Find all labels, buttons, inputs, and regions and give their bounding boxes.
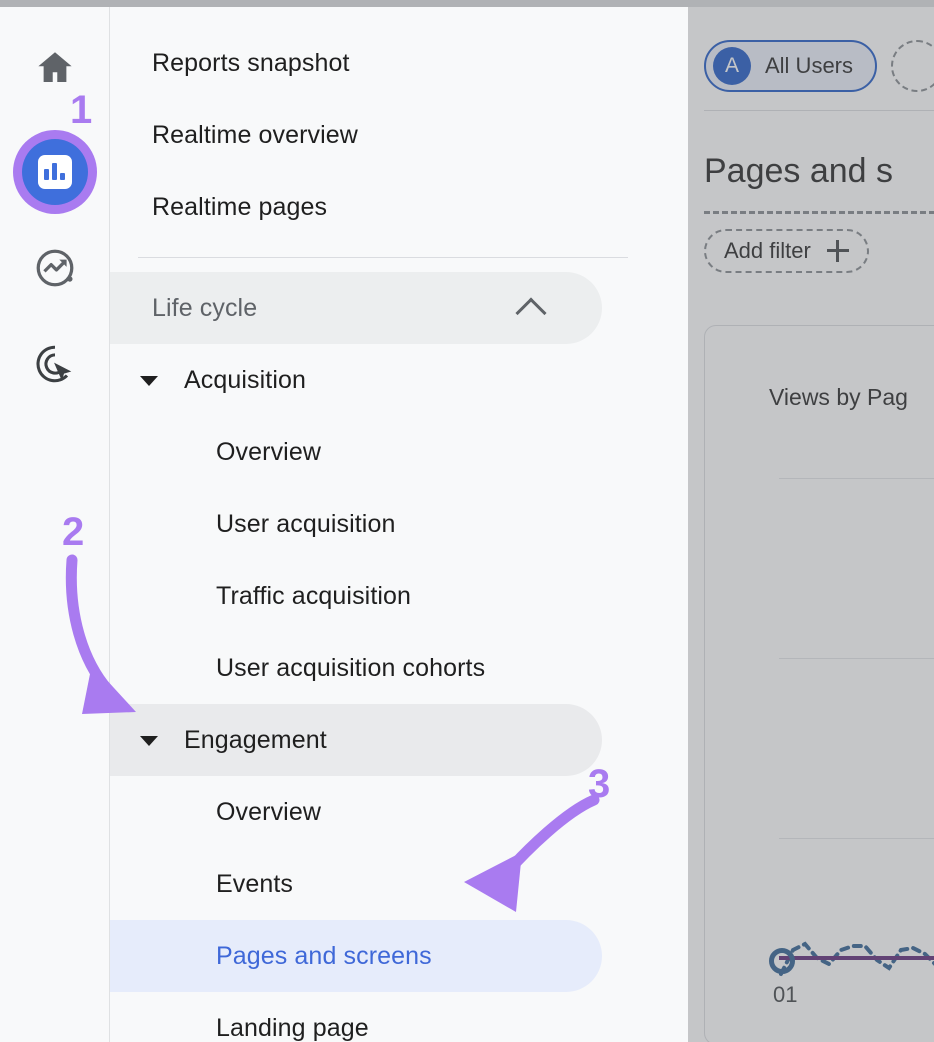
rail-item-advertising[interactable]: [0, 329, 109, 403]
nav-item-label: Overview: [110, 798, 321, 827]
nav-item-realtime-pages[interactable]: Realtime pages: [110, 171, 602, 243]
triangle-down-icon[interactable]: [140, 376, 158, 386]
line-chart: 01: [779, 446, 934, 1042]
audience-chip-all-users[interactable]: A All Users: [704, 40, 877, 92]
nav-item-acquisition-overview[interactable]: Overview: [110, 416, 602, 488]
report-content-panel: A All Users Pages and s Add filter Views…: [688, 7, 934, 1042]
nav-item-engagement-overview[interactable]: Overview: [110, 776, 602, 848]
nav-item-label: Events: [110, 870, 293, 899]
nav-section-acquisition[interactable]: Acquisition: [110, 344, 602, 416]
nav-item-label: User acquisition: [110, 510, 395, 539]
primary-icon-rail: [0, 7, 110, 1042]
rail-item-explore[interactable]: [0, 233, 109, 307]
card-title: Views by Pag: [769, 384, 908, 411]
add-filter-button[interactable]: Add filter: [704, 229, 869, 273]
audience-chip-label: All Users: [765, 53, 853, 79]
advertising-target-cursor-icon: [32, 341, 78, 392]
rail-item-home[interactable]: [0, 33, 109, 107]
reports-bar-chart-icon: [22, 139, 88, 205]
nav-group-life-cycle[interactable]: Life cycle: [110, 272, 602, 344]
nav-item-label: User acquisition cohorts: [110, 654, 485, 683]
nav-item-label: Overview: [110, 438, 321, 467]
browser-chrome-strip: [0, 0, 934, 7]
nav-item-label: Landing page: [110, 1014, 369, 1042]
explore-trend-icon: [32, 245, 78, 296]
triangle-down-icon[interactable]: [140, 736, 158, 746]
x-axis-tick-label: 01: [773, 982, 797, 1008]
plus-icon: [827, 240, 849, 262]
rail-item-reports[interactable]: [0, 127, 109, 217]
nav-item-label: Pages and screens: [110, 942, 432, 971]
content-divider: [704, 110, 934, 111]
nav-item-reports-snapshot[interactable]: Reports snapshot: [110, 27, 602, 99]
page-title: Pages and s: [704, 152, 893, 191]
views-by-page-card: Views by Pag 01: [704, 325, 934, 1042]
avatar: A: [713, 47, 751, 85]
primary-series-line: [779, 956, 934, 960]
chevron-up-icon[interactable]: [515, 297, 546, 328]
nav-divider: [138, 257, 628, 258]
nav-item-realtime-overview[interactable]: Realtime overview: [110, 99, 602, 171]
add-filter-label: Add filter: [724, 238, 811, 264]
nav-item-label: Realtime overview: [110, 121, 358, 150]
nav-section-engagement[interactable]: Engagement: [110, 704, 602, 776]
nav-item-label: Realtime pages: [110, 193, 327, 222]
annotation-ring-reports: [13, 130, 97, 214]
nav-group-label: Life cycle: [110, 294, 257, 323]
nav-item-user-acquisition-cohorts[interactable]: User acquisition cohorts: [110, 632, 602, 704]
nav-item-events[interactable]: Events: [110, 848, 602, 920]
nav-item-label: Reports snapshot: [110, 49, 350, 78]
comparison-chip-row: A All Users: [704, 40, 934, 92]
nav-item-user-acquisition[interactable]: User acquisition: [110, 488, 602, 560]
nav-item-traffic-acquisition[interactable]: Traffic acquisition: [110, 560, 602, 632]
chart-start-marker: [769, 948, 795, 974]
dashed-separator: [704, 211, 934, 214]
comparison-series-line: [779, 914, 934, 984]
reports-navigation-drawer: Reports snapshot Realtime overview Realt…: [110, 7, 688, 1042]
home-icon: [32, 47, 78, 94]
screenshot-root: Reports snapshot Realtime overview Realt…: [0, 0, 934, 1042]
add-comparison-button[interactable]: [891, 40, 934, 92]
nav-item-pages-and-screens[interactable]: Pages and screens: [110, 920, 602, 992]
nav-item-label: Traffic acquisition: [110, 582, 411, 611]
nav-item-landing-page[interactable]: Landing page: [110, 992, 602, 1042]
